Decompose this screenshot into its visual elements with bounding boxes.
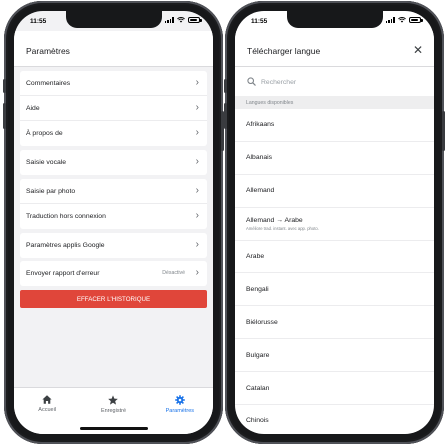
chevron-right-icon: › xyxy=(195,239,199,250)
tab-label: Accueil xyxy=(38,407,57,413)
language-item-bielorusse[interactable]: Biélorusse xyxy=(235,306,434,340)
tab-label: Paramètres xyxy=(165,408,195,414)
settings-group-camera: Saisie par photo › Traduction hors conne… xyxy=(20,179,207,229)
language-item-allemand-arabe[interactable]: Allemand → Arabe Améliore trad. instant.… xyxy=(235,208,434,241)
status-value: Désactivé xyxy=(162,270,185,276)
settings-group-report: Envoyer rapport d'erreur Désactivé › xyxy=(20,261,207,286)
chevron-right-icon: › xyxy=(195,185,199,196)
settings-item-label: Saisie par photo xyxy=(26,187,76,195)
settings-item-error-report[interactable]: Envoyer rapport d'erreur Désactivé › xyxy=(20,261,207,286)
chevron-right-icon: › xyxy=(195,210,199,221)
phone-frame-right: 11:55 Télécharger langue ✕ Rechercher La… xyxy=(224,1,445,444)
settings-item-label: À propos de xyxy=(26,130,63,137)
status-time: 11:55 xyxy=(251,18,268,25)
settings-item-label: Envoyer rapport d'erreur xyxy=(26,270,100,277)
settings-item-about[interactable]: À propos de › xyxy=(20,121,207,146)
language-name: Biélorusse xyxy=(246,318,278,326)
settings-item-comments[interactable]: Commentaires › xyxy=(20,71,207,96)
close-icon[interactable]: ✕ xyxy=(413,43,423,57)
settings-header: Paramètres xyxy=(14,31,213,67)
phone-side-button xyxy=(224,103,227,129)
search-icon xyxy=(247,77,256,86)
page-title: Télécharger langue xyxy=(247,46,321,56)
chevron-right-icon: › xyxy=(195,267,199,278)
settings-item-label: Aide xyxy=(26,104,40,112)
home-indicator[interactable] xyxy=(79,427,148,430)
phone-side-button xyxy=(3,103,6,129)
language-name: Bulgare xyxy=(246,351,270,359)
settings-screen: 11:55 Paramètres Commentaires › Aide › À… xyxy=(14,11,213,434)
download-language-screen: 11:55 Télécharger langue ✕ Rechercher La… xyxy=(235,11,434,434)
cellular-signal-icon xyxy=(164,17,174,23)
chevron-right-icon: › xyxy=(195,102,199,113)
settings-item-label: Saisie vocale xyxy=(26,159,67,166)
language-item-afrikaans[interactable]: Afrikaans xyxy=(235,109,434,142)
status-time: 11:55 xyxy=(30,18,47,25)
gear-icon xyxy=(175,395,185,405)
settings-item-help[interactable]: Aide › xyxy=(20,96,207,121)
tab-home[interactable]: Accueil xyxy=(17,395,77,434)
settings-item-label: Commentaires xyxy=(26,79,71,87)
language-item-arabe[interactable]: Arabe xyxy=(235,241,434,274)
settings-group-google: Paramètres applis Google › xyxy=(20,233,207,258)
language-name: Albanais xyxy=(246,154,273,162)
language-item-allemand[interactable]: Allemand xyxy=(235,175,434,208)
language-item-albanais[interactable]: Albanais xyxy=(235,142,434,175)
cellular-signal-icon xyxy=(385,17,395,23)
language-name: Allemand → Arabe xyxy=(246,216,303,224)
tab-settings[interactable]: Paramètres xyxy=(150,395,210,434)
language-name: Chinois xyxy=(246,417,269,425)
home-icon xyxy=(42,395,52,404)
language-item-catalan[interactable]: Catalan xyxy=(235,372,434,406)
language-name: Catalan xyxy=(246,384,270,392)
wifi-icon xyxy=(177,17,185,23)
clear-history-button[interactable]: EFFACER L'HISTORIQUE xyxy=(20,290,207,308)
chevron-right-icon: › xyxy=(195,156,199,167)
search-bar xyxy=(235,69,434,96)
settings-item-voice-input[interactable]: Saisie vocale › xyxy=(20,150,207,175)
language-item-bengali[interactable]: Bengali xyxy=(235,273,434,307)
phone-notch xyxy=(286,11,383,28)
settings-group-help: Commentaires › Aide › À propos de › xyxy=(20,71,207,146)
language-name: Allemand xyxy=(246,187,275,195)
phone-side-button xyxy=(442,111,445,151)
settings-item-label: Paramètres applis Google xyxy=(26,242,105,249)
tab-label: Enregistré xyxy=(100,408,127,414)
phone-notch xyxy=(65,11,162,28)
download-header: Télécharger langue ✕ xyxy=(235,31,434,67)
battery-icon xyxy=(188,17,202,23)
page-title: Paramètres xyxy=(26,46,70,56)
wifi-icon xyxy=(398,17,406,23)
phone-frame-left: 11:55 Paramètres Commentaires › Aide › À… xyxy=(3,1,224,444)
language-name: Afrikaans xyxy=(246,121,275,129)
language-item-bulgare[interactable]: Bulgare xyxy=(235,339,434,373)
search-input[interactable] xyxy=(261,75,401,89)
section-header: Langues disponibles xyxy=(235,96,434,109)
settings-item-label: Traduction hors connexion xyxy=(26,213,106,220)
phone-side-button xyxy=(3,79,6,93)
settings-item-offline-translation[interactable]: Traduction hors connexion › xyxy=(20,204,207,229)
language-subtitle: Améliore trad. instant. avec app. photo. xyxy=(246,225,319,231)
language-list: Afrikaans Albanais Allemand Allemand → A… xyxy=(235,109,434,434)
battery-icon xyxy=(409,17,423,23)
settings-item-google-app-settings[interactable]: Paramètres applis Google › xyxy=(20,233,207,258)
star-icon xyxy=(108,395,119,405)
phone-side-button xyxy=(224,79,227,93)
settings-item-photo-input[interactable]: Saisie par photo › xyxy=(20,179,207,204)
chevron-right-icon: › xyxy=(195,127,199,138)
chevron-right-icon: › xyxy=(195,77,199,88)
language-name: Arabe xyxy=(246,253,265,260)
language-name: Bengali xyxy=(246,285,269,293)
settings-group-voice: Saisie vocale › xyxy=(20,150,207,175)
language-item-chinois[interactable]: Chinois xyxy=(235,405,434,434)
